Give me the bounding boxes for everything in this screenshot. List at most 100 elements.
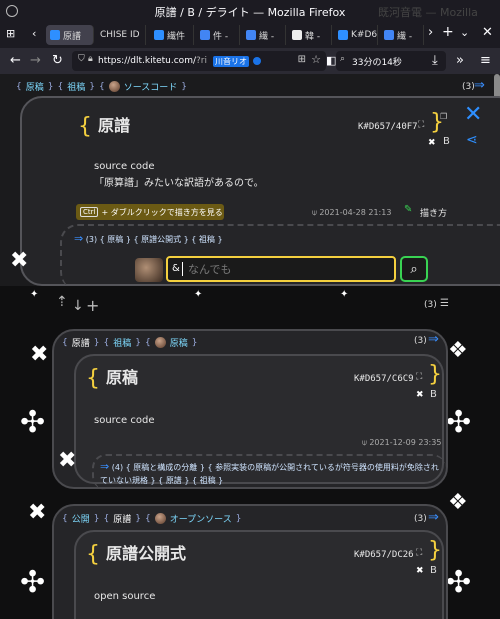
hint-tooltip: Ctrl + ダブルクリックで描き方を見る (76, 204, 224, 220)
write-link[interactable]: 描き方 (420, 206, 447, 219)
tab-label: 繊 - (259, 31, 275, 42)
breadcrumb-link[interactable]: 祖稿 (67, 80, 85, 93)
down-arrow-icon[interactable]: ↓ (72, 298, 84, 314)
new-tab-icon[interactable]: + (442, 24, 454, 40)
arrow-right-icon[interactable]: ⇒ (474, 78, 485, 93)
ref-link[interactable]: 原稿と構成の分離 (133, 463, 197, 472)
tab-7[interactable]: K#D6 (334, 25, 378, 45)
reader-view-icon[interactable]: ⊞ (298, 54, 306, 65)
ref-link[interactable]: ていない規格 (100, 476, 148, 485)
overflow-icon[interactable]: » (456, 53, 464, 69)
search-prefix: & (172, 263, 180, 274)
arrow-right-icon[interactable]: ⇒ (428, 332, 439, 347)
ornament-strip: ✦ (30, 289, 39, 300)
ref-link[interactable]: 原譜公開式 (141, 235, 181, 244)
breadcrumb-link[interactable]: 原譜 (113, 512, 131, 525)
back-icon[interactable]: ← (10, 53, 21, 69)
tracking-shield-icon[interactable]: ⛉ (78, 54, 85, 64)
tab-dropdown-icon[interactable]: ⌄ (460, 25, 469, 41)
tab-list-icon[interactable]: ⊞ (6, 26, 15, 42)
breadcrumb-link[interactable]: オープンソース (170, 512, 232, 525)
expand-icon[interactable]: ⛶ (416, 548, 422, 558)
tab-chise[interactable]: CHISE ID (96, 25, 146, 45)
ref-link[interactable]: 原譜 (166, 476, 182, 485)
ref-link[interactable]: 原稿 (107, 235, 123, 244)
ornament-strip: ✦ (340, 289, 349, 300)
ornament-icon: ✖ (28, 500, 47, 525)
find-bar[interactable]: ⌕ 33分の14秒 (336, 51, 446, 71)
body-line: source code (94, 161, 155, 172)
page-content: {原稿} {祖稿} {ソースコード} (3) ⇒ {原譜 } K#D657/40… (0, 74, 500, 619)
b-label[interactable]: B (430, 565, 437, 576)
tab-label: 韓 - (305, 31, 321, 42)
breadcrumb-link[interactable]: 公開 (72, 512, 90, 525)
card-body: source code (94, 415, 155, 426)
add-icon[interactable]: + (86, 296, 99, 315)
timestamp: ⍦ 2021-12-09 23:35 (362, 438, 442, 447)
ref-link[interactable]: 祖稿 (199, 235, 215, 244)
link-count: (3) (414, 514, 427, 524)
search-icon: ⌕ (340, 54, 346, 64)
ornament-icon: ✣ (20, 405, 46, 440)
ornament-icon: ✖ (58, 448, 77, 473)
tab-label: 件 - (213, 31, 229, 42)
arrow-right-icon[interactable]: ⇒ (74, 232, 83, 245)
downloads-icon[interactable]: ⤓ (432, 53, 438, 69)
search-input[interactable]: & なんでも (166, 256, 396, 282)
breadcrumb: {原譜} {祖稿} {原稿} (62, 336, 198, 349)
tab-8[interactable]: 繊 - (380, 25, 424, 45)
tab-4[interactable]: 件 - (196, 25, 240, 45)
b-label[interactable]: B (443, 136, 450, 147)
reload-icon[interactable]: ↻ (52, 53, 63, 69)
expand-icon[interactable]: ⛶ (416, 372, 422, 382)
rss-icon[interactable]: ☰ (440, 298, 449, 309)
text-caret (182, 262, 183, 276)
search-button[interactable]: ⌕ (400, 256, 428, 282)
pen-icon: ✎ (404, 204, 413, 215)
arrow-right-icon[interactable]: ⇒ (100, 460, 109, 473)
tab-3[interactable]: 繊件 (150, 25, 194, 45)
scroll-tabs-left-icon[interactable]: ‹ (32, 26, 36, 42)
tab-5[interactable]: 繊 - (242, 25, 286, 45)
breadcrumb-link[interactable]: ソースコード (124, 80, 178, 93)
url-bar[interactable]: ⛉ 🔒︎ https://dlt.kitetu.com/?ri 川音リオ ⊞ ☆ (72, 51, 326, 71)
google-favicon-icon (200, 30, 210, 40)
lock-icon[interactable]: 🔒︎ (88, 54, 93, 64)
pocket-icon[interactable]: ◧ (326, 53, 336, 69)
expand-icon[interactable]: ⛶ (418, 120, 424, 130)
avatar (154, 337, 166, 348)
forward-icon[interactable]: → (30, 53, 41, 69)
close-brace-icon: } (428, 362, 442, 387)
tab-6[interactable]: 韓 - (288, 25, 332, 45)
url-host: https://dlt.kitetu.com/ (98, 56, 196, 66)
menu-icon[interactable]: ≡ (480, 53, 491, 69)
kid-code: K#D657/40F7 (358, 122, 418, 132)
breadcrumb-link[interactable]: 原稿 (170, 336, 188, 349)
up-arrow-icon[interactable]: ⇡ (56, 294, 68, 310)
scroll-tabs-right-icon[interactable]: › (428, 25, 433, 41)
breadcrumb-link[interactable]: 祖稿 (113, 336, 131, 349)
ref-link[interactable]: 参照実装の原稿が公開されているが符号器の使用料が免除され (215, 463, 439, 472)
breadcrumb-link[interactable]: 原譜 (72, 336, 90, 349)
ornament-icon: ✖ (416, 566, 424, 576)
close-window-icon[interactable]: ✕ (482, 25, 493, 41)
tab-strip: ⊞ ‹ 原譜 CHISE ID 繊件 件 - 繊 - 韓 - K#D6 繊 - … (0, 22, 500, 48)
copy-icon[interactable]: ❐ (440, 112, 447, 121)
arrow-right-icon[interactable]: ⇒ (428, 510, 439, 525)
b-label[interactable]: B (430, 389, 437, 400)
extension-badge[interactable]: 川音リオ (212, 55, 249, 67)
google-favicon-icon (246, 30, 256, 40)
share-icon[interactable]: ⋖ (466, 132, 478, 148)
breadcrumb-link[interactable]: 原稿 (26, 80, 44, 93)
user-avatar (135, 258, 163, 282)
navigation-toolbar: ← → ↻ ⛉ 🔒︎ https://dlt.kitetu.com/?ri 川音… (0, 48, 500, 74)
close-icon[interactable]: ✕ (464, 104, 482, 126)
ref-link[interactable]: 祖稿 (200, 476, 216, 485)
kid-code: K#D657/DC26 (354, 550, 414, 560)
tab-genpu[interactable]: 原譜 (46, 25, 94, 45)
tab-label: 原譜 (63, 31, 82, 42)
timestamp-text: 2021-04-28 21:13 (319, 208, 392, 217)
tab-favicon-icon (154, 30, 164, 40)
ornament-icon: ✖ (30, 342, 49, 367)
bookmark-star-icon[interactable]: ☆ (311, 53, 321, 66)
